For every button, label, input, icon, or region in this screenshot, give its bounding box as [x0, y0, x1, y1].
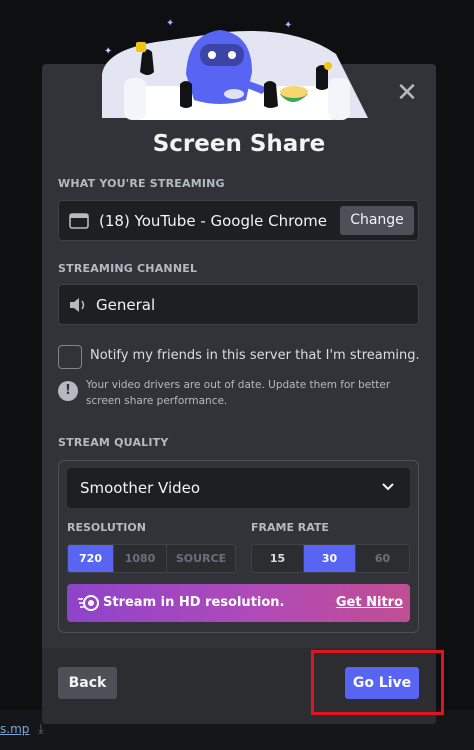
frame-rate-option-30[interactable]: 30: [304, 545, 356, 572]
resolution-label: RESOLUTION: [67, 521, 146, 534]
warning-icon: !: [58, 381, 78, 401]
hero-illustration: ✦ ✦ ✦: [102, 18, 368, 120]
stream-quality-label: STREAM QUALITY: [58, 436, 169, 449]
quality-select-value: Smoother Video: [80, 479, 201, 497]
quality-select[interactable]: Smoother Video: [67, 468, 410, 508]
channel-box: General: [58, 284, 419, 325]
frame-rate-option-15[interactable]: 15: [252, 545, 304, 572]
streaming-source-name: (18) YouTube - Google Chrome: [99, 212, 328, 230]
svg-text:✦: ✦: [104, 46, 112, 57]
frame-rate-selector: 15 30 60: [251, 544, 410, 573]
back-button[interactable]: Back: [58, 667, 117, 699]
channel-name: General: [96, 296, 156, 314]
notify-label: Notify my friends in this server that I'…: [90, 348, 420, 363]
resolution-option-source[interactable]: SOURCE: [167, 545, 235, 572]
svg-text:✦: ✦: [166, 18, 174, 29]
close-icon[interactable]: ✕: [393, 80, 421, 108]
highlight-annotation: [311, 650, 444, 715]
nitro-upsell-text: Stream in HD resolution.: [103, 595, 285, 610]
window-icon: [69, 213, 89, 229]
frame-rate-option-60[interactable]: 60: [356, 545, 409, 572]
dialog-title: Screen Share: [152, 131, 326, 157]
driver-warning-text: Your video drivers are out of date. Upda…: [86, 379, 391, 407]
change-button[interactable]: Change: [340, 206, 414, 235]
background-file-link[interactable]: s.mp: [0, 722, 29, 736]
nitro-icon: [78, 595, 99, 611]
frame-rate-label: FRAME RATE: [251, 521, 329, 534]
resolution-selector: 720 1080 SOURCE: [67, 544, 236, 573]
streaming-label: WHAT YOU'RE STREAMING: [58, 177, 225, 190]
get-nitro-link[interactable]: Get Nitro: [336, 595, 403, 610]
channel-label: STREAMING CHANNEL: [58, 262, 198, 275]
notify-checkbox[interactable]: [58, 345, 82, 369]
resolution-option-1080[interactable]: 1080: [114, 545, 167, 572]
chevron-down-icon: [382, 483, 394, 491]
download-icon[interactable]: ⤓: [38, 722, 44, 737]
speaker-icon: [70, 298, 85, 312]
resolution-option-720[interactable]: 720: [68, 545, 114, 572]
svg-text:✦: ✦: [284, 20, 292, 31]
nitro-upsell-banner: Stream in HD resolution. Get Nitro: [67, 584, 410, 622]
